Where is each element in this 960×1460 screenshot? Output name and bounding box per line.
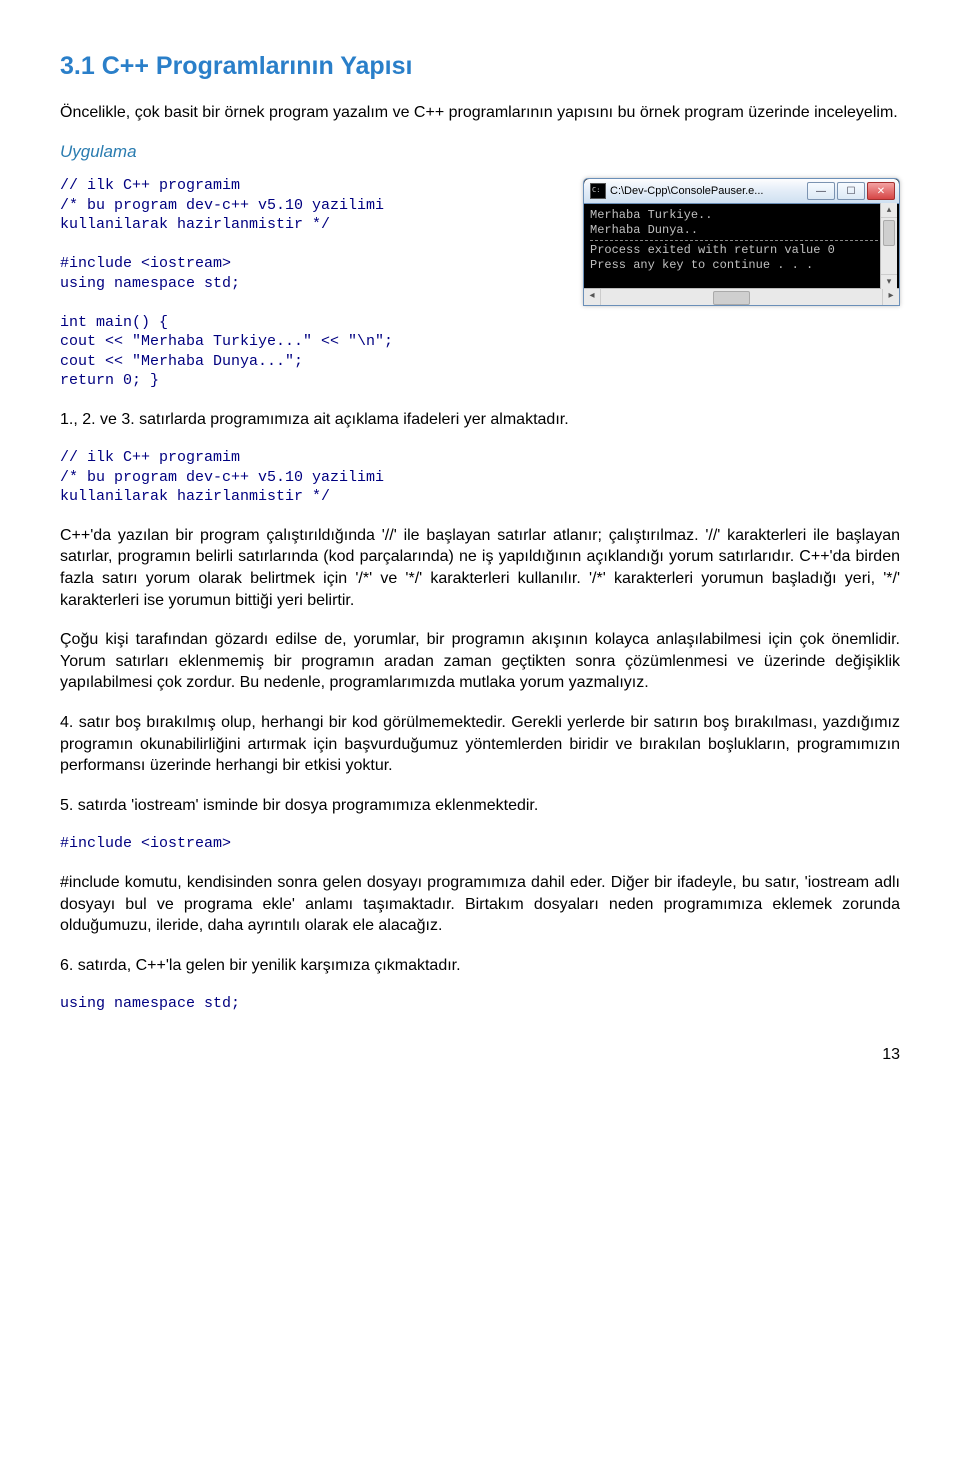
paragraph: 6. satırda, C++'la gelen bir yenilik kar… bbox=[60, 955, 900, 977]
scroll-track[interactable] bbox=[881, 218, 897, 274]
terminal-line: Press any key to continue . . . bbox=[590, 258, 893, 273]
paragraph: 4. satır boş bırakılmış olup, herhangi b… bbox=[60, 712, 900, 777]
terminal-output: Merhaba Turkiye.. Merhaba Dunya.. Proces… bbox=[584, 204, 899, 288]
scroll-track[interactable] bbox=[601, 289, 882, 305]
code-and-console-row: // ilk C++ programim /* bu program dev-c… bbox=[60, 176, 900, 409]
code-block-1: // ilk C++ programim /* bu program dev-c… bbox=[60, 176, 573, 391]
intro-paragraph: Öncelikle, çok basit bir örnek program y… bbox=[60, 102, 900, 124]
titlebar: C:\Dev-Cpp\ConsolePauser.e... — ☐ ✕ bbox=[584, 179, 899, 204]
window-title: C:\Dev-Cpp\ConsolePauser.e... bbox=[610, 184, 807, 199]
paragraph: Çoğu kişi tarafından gözardı edilse de, … bbox=[60, 629, 900, 694]
scroll-thumb[interactable] bbox=[883, 220, 895, 246]
close-button[interactable]: ✕ bbox=[867, 182, 895, 200]
code-block-3: #include <iostream> bbox=[60, 834, 900, 854]
code-block-4: using namespace std; bbox=[60, 994, 900, 1014]
scroll-thumb[interactable] bbox=[713, 291, 750, 305]
vertical-scrollbar[interactable]: ▴ ▾ bbox=[880, 203, 897, 289]
paragraph: 1., 2. ve 3. satırlarda programımıza ait… bbox=[60, 409, 900, 431]
terminal-line: Merhaba Dunya.. bbox=[590, 223, 893, 238]
page-number: 13 bbox=[60, 1044, 900, 1066]
scroll-up-icon[interactable]: ▴ bbox=[881, 203, 897, 218]
code-block-2: // ilk C++ programim /* bu program dev-c… bbox=[60, 448, 900, 507]
terminal-divider bbox=[590, 240, 893, 241]
scroll-right-icon[interactable]: ▸ bbox=[882, 289, 899, 305]
paragraph: #include komutu, kendisinden sonra gelen… bbox=[60, 872, 900, 937]
section-heading: 3.1 C++ Programlarının Yapısı bbox=[60, 50, 900, 84]
scroll-left-icon[interactable]: ◂ bbox=[584, 289, 601, 305]
example-label: Uygulama bbox=[60, 141, 900, 164]
minimize-button[interactable]: — bbox=[807, 182, 835, 200]
maximize-button[interactable]: ☐ bbox=[837, 182, 865, 200]
paragraph: C++'da yazılan bir program çalıştırıldığ… bbox=[60, 525, 900, 611]
console-window: C:\Dev-Cpp\ConsolePauser.e... — ☐ ✕ Merh… bbox=[583, 178, 900, 306]
paragraph: 5. satırda 'iostream' isminde bir dosya … bbox=[60, 795, 900, 817]
scroll-down-icon[interactable]: ▾ bbox=[881, 274, 897, 289]
horizontal-scrollbar[interactable]: ◂ ▸ bbox=[584, 288, 899, 305]
terminal-line: Process exited with return value 0 bbox=[590, 243, 893, 258]
terminal-line: Merhaba Turkiye.. bbox=[590, 208, 893, 223]
console-icon bbox=[590, 183, 606, 199]
